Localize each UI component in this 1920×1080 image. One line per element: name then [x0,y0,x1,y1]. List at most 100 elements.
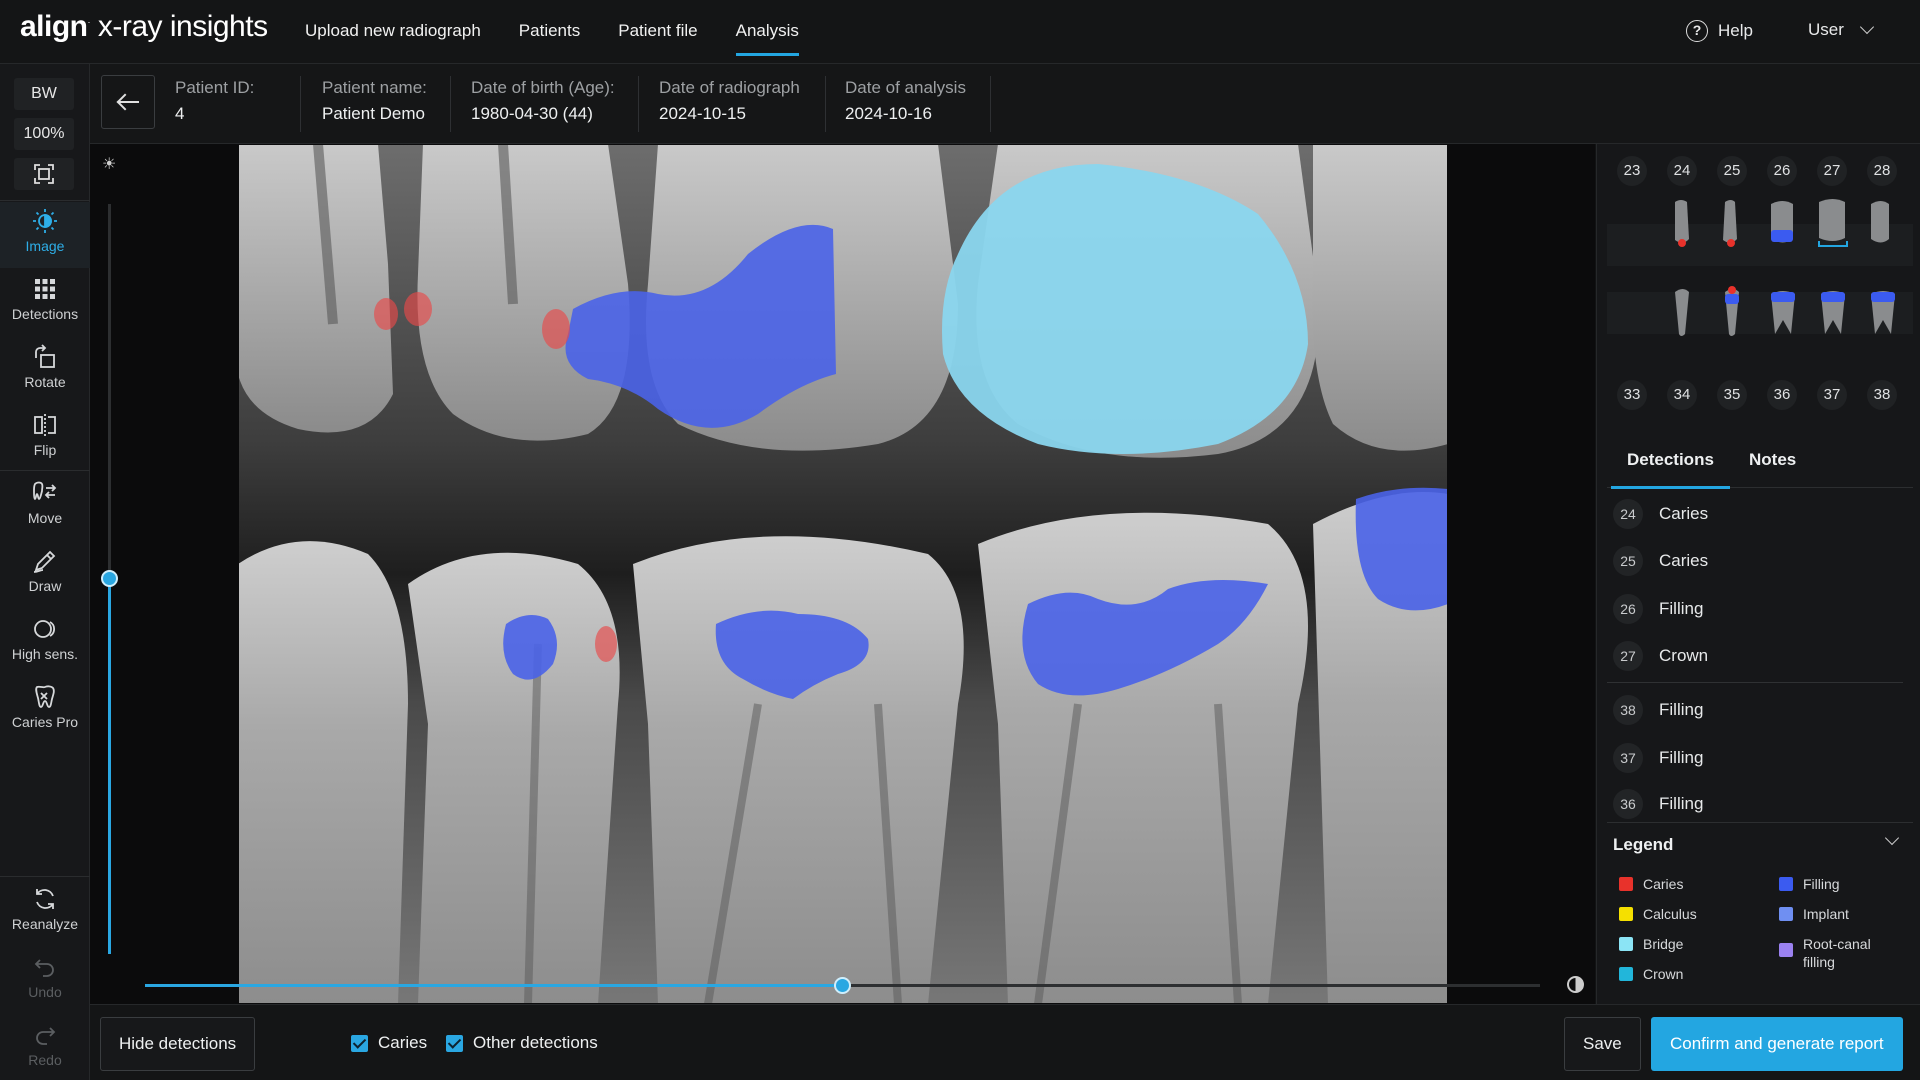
detection-row[interactable]: 36 Filling [1607,784,1907,824]
tooth-badge: 24 [1613,499,1643,529]
detection-label: Caries [1659,504,1709,523]
help-button[interactable]: ? Help [1686,20,1753,42]
detection-label: Filling [1659,748,1704,767]
detection-row[interactable]: 38 Filling [1607,690,1907,730]
tooth-number[interactable]: 38 [1867,380,1897,410]
chevron-down-icon[interactable] [1884,830,1900,846]
caries-overlay-24a [374,298,398,330]
nav-analysis[interactable]: Analysis [735,0,800,64]
bw-mode-chip[interactable]: BW [14,78,74,110]
tooth-badge: 36 [1613,789,1643,819]
help-icon: ? [1686,20,1708,42]
caries-checkbox[interactable]: Caries [351,1033,427,1053]
user-menu[interactable]: User [1808,19,1874,40]
flip-icon [34,414,56,436]
tool-image[interactable]: Image [0,202,90,268]
grid-icon [35,279,55,299]
implant-swatch [1779,907,1793,921]
chevron-down-icon [1859,19,1874,35]
toolbar-divider [0,876,90,877]
tooth-badge: 38 [1613,695,1643,725]
tooth-number[interactable]: 25 [1717,156,1747,186]
redo-icon [36,1027,56,1045]
nav-patients[interactable]: Patients [519,0,580,64]
tool-detections[interactable]: Detections [0,270,90,336]
nav-patient-file[interactable]: Patient file [618,0,697,64]
tool-move[interactable]: Move [0,474,90,540]
fit-screen-icon [34,164,54,184]
help-label: Help [1718,21,1753,40]
move-icon [33,481,57,500]
detections-divider [1607,682,1903,683]
tooth-badge: 37 [1613,743,1643,773]
tooth-number[interactable]: 36 [1767,380,1797,410]
tooth-badge: 26 [1613,594,1643,624]
caries-checkbox-label: Caries [378,1033,428,1052]
caries-overlay-35 [595,626,617,662]
tab-detections[interactable]: Detections [1611,436,1730,489]
zoom-level-chip[interactable]: 100% [14,118,74,150]
tooth-chart: 23 24 25 26 27 28 33 34 35 36 37 38 [1607,144,1913,434]
tooth-badge: 27 [1613,641,1643,671]
caries-pro-icon [35,685,55,708]
tooth-number[interactable]: 28 [1867,156,1897,186]
brightness-slider-handle[interactable] [101,570,118,587]
tooth-number[interactable]: 33 [1617,380,1647,410]
info-divider [638,76,639,132]
reanalyze-button[interactable]: Reanalyze [0,880,90,946]
detection-row[interactable]: 37 Filling [1607,738,1907,778]
brightness-slider-fill [108,576,111,954]
tooth-number[interactable]: 23 [1617,156,1647,186]
detection-row[interactable]: 27 Crown [1607,636,1907,676]
caries-overlay-24b [404,292,432,326]
refresh-icon [36,889,54,909]
caries-swatch [1619,877,1633,891]
contrast-icon [1567,976,1584,993]
detection-row[interactable]: 26 Filling [1607,589,1907,629]
contrast-slider-handle[interactable] [834,977,851,994]
contrast-slider-fill [145,984,842,987]
tool-caries-pro[interactable]: Caries Pro [0,678,90,744]
confirm-generate-report-button[interactable]: Confirm and generate report [1651,1017,1903,1071]
tool-high-sensitivity[interactable]: High sens. [0,610,90,676]
tooth-number[interactable]: 24 [1667,156,1697,186]
user-label: User [1808,20,1844,39]
bridge-swatch [1619,937,1633,951]
detection-row[interactable]: 24 Caries [1607,494,1907,534]
checkbox-checked-icon [351,1034,368,1052]
back-button[interactable] [101,75,155,129]
toolbar-divider [0,470,90,471]
tooth-number[interactable]: 34 [1667,380,1697,410]
calculus-swatch [1619,907,1633,921]
fit-screen-button[interactable] [14,158,74,190]
undo-button[interactable]: Undo [0,948,90,1014]
radiograph-viewer[interactable]: ☀ [90,144,1595,1004]
save-button[interactable]: Save [1564,1017,1641,1071]
tooth-number[interactable]: 26 [1767,156,1797,186]
redo-button[interactable]: Redo [0,1016,90,1080]
hide-detections-button[interactable]: Hide detections [100,1017,256,1071]
detection-label: Filling [1659,599,1704,618]
tool-draw[interactable]: Draw [0,542,90,608]
detection-label: Filling [1659,700,1704,719]
bottom-bar: Hide detections Caries Other detections … [90,1004,1920,1080]
radiograph-image[interactable] [238,144,1448,1004]
root-canal-swatch [1779,943,1793,957]
detection-label: Caries [1659,551,1709,570]
tooth-number[interactable]: 35 [1717,380,1747,410]
tooth-number[interactable]: 27 [1817,156,1847,186]
nav-upload-radiograph[interactable]: Upload new radiograph [305,0,481,64]
checkbox-checked-icon [446,1034,463,1052]
tooth-diagram[interactable] [1607,194,1913,364]
info-divider [825,76,826,132]
app-logo[interactable]: align· x-ray insights [20,10,268,44]
tool-rotate[interactable]: Rotate [0,338,90,404]
tab-notes[interactable]: Notes [1749,436,1796,488]
patient-name: Patient name: Patient Demo [322,78,427,123]
high-sensitivity-icon [34,620,56,638]
detection-row[interactable]: 25 Caries [1607,541,1907,581]
other-detections-checkbox[interactable]: Other detections [446,1033,598,1053]
tooth-number[interactable]: 37 [1817,380,1847,410]
crown-swatch [1619,967,1633,981]
tool-flip[interactable]: Flip [0,406,90,472]
